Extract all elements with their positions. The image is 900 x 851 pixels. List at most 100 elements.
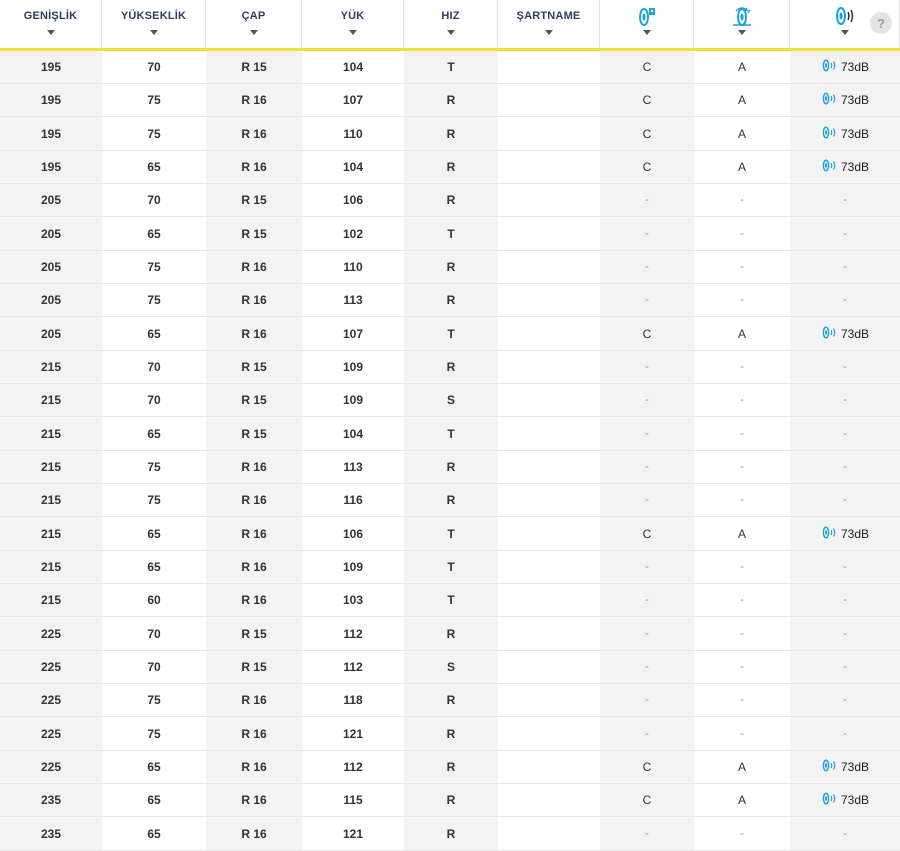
table-row[interactable]: 225 75 R 16 118 R - - - (0, 684, 900, 717)
sort-caret-icon[interactable] (642, 30, 651, 35)
column-header-load[interactable]: YÜK (302, 0, 404, 48)
column-header-label: HIZ (441, 10, 460, 22)
table-row[interactable]: 215 60 R 16 103 T - - - (0, 584, 900, 617)
cell-noise: 73dB (790, 84, 900, 116)
cell-wet-grip: A (737, 326, 746, 341)
cell-diameter: R 16 (206, 784, 302, 816)
cell-height: 65 (147, 793, 161, 807)
cell-fuel: - (600, 717, 694, 750)
cell-fuel: C (600, 151, 694, 183)
table-row[interactable]: 225 70 R 15 112 S - - - (0, 651, 900, 684)
table-row[interactable]: 215 75 R 16 116 R - - - (0, 484, 900, 517)
sort-caret-icon[interactable] (348, 30, 357, 35)
table-row[interactable]: 205 70 R 15 106 R - - - (0, 184, 900, 217)
cell-speed: S (404, 651, 498, 683)
table-row[interactable]: 225 65 R 16 112 R C A 73dB (0, 751, 900, 784)
cell-height: 65 (147, 526, 161, 541)
table-row[interactable]: 235 65 R 16 121 R - - - (0, 817, 900, 851)
cell-width: 195 (0, 151, 102, 183)
cell-diameter: R 16 (206, 584, 302, 616)
cell-fuel: - (600, 817, 694, 850)
noise-db-text: 73dB (840, 126, 870, 141)
table-row[interactable]: 195 65 R 16 104 R C A 73dB (0, 151, 900, 184)
cell-speed: R (404, 151, 498, 183)
tire-size-table: GENİŞLİK YÜKSEKLİK ÇAP YÜK HIZ ŞARTNAME? 195 7… (0, 0, 900, 851)
help-button[interactable]: ? (870, 12, 892, 34)
table-row[interactable]: 215 65 R 16 106 T C A 73dB (0, 517, 900, 551)
cell-spec (498, 751, 600, 783)
table-row[interactable]: 205 65 R 15 102 T - - - (0, 217, 900, 251)
sort-caret-icon[interactable] (544, 30, 553, 35)
table-row[interactable]: 215 75 R 16 113 R - - - (0, 451, 900, 484)
cell-wet-grip: - (740, 627, 744, 640)
cell-spec (498, 84, 600, 116)
table-row[interactable]: 205 65 R 16 107 T C A 73dB (0, 317, 900, 351)
cell-wet-grip: - (740, 661, 744, 673)
cell-height: 75 (147, 493, 161, 507)
sort-caret-icon[interactable] (149, 30, 158, 35)
column-header-width[interactable]: GENİŞLİK (0, 0, 102, 48)
cell-noise: - (790, 584, 900, 616)
table-row[interactable]: 225 75 R 16 121 R - - - (0, 717, 900, 751)
cell-wet-grip: - (740, 461, 744, 473)
cell-height: 65 (147, 426, 161, 441)
column-header-wet-grip[interactable] (694, 0, 790, 48)
cell-spec (498, 584, 600, 616)
sort-caret-icon[interactable] (446, 30, 455, 35)
cell-diameter: R 15 (206, 617, 302, 650)
column-header-diameter[interactable]: ÇAP (206, 0, 302, 48)
cell-wet-grip: A (737, 160, 746, 174)
column-header-fuel[interactable] (600, 0, 694, 48)
cell-speed: T (404, 317, 498, 350)
cell-spec (498, 484, 600, 516)
cell-load: 110 (343, 260, 363, 274)
cell-height: 70 (147, 60, 161, 74)
cell-width: 205 (0, 251, 102, 283)
table-row[interactable]: 225 70 R 15 112 R - - - (0, 617, 900, 651)
cell-spec (498, 784, 600, 816)
cell-fuel: - (600, 217, 694, 250)
cell-fuel: - (600, 451, 694, 483)
cell-load: 121 (342, 726, 364, 741)
column-header-label: ÇAP (241, 10, 266, 22)
column-header-label: ŞARTNAME (516, 10, 581, 22)
cell-diameter: R 15 (206, 417, 302, 450)
wet-grip-icon (730, 6, 754, 26)
table-row[interactable]: 195 75 R 16 110 R C A 73dB (0, 117, 900, 151)
noise-icon (821, 59, 837, 75)
cell-load: 104 (342, 426, 364, 441)
cell-height: 65 (147, 760, 161, 774)
sort-caret-icon[interactable] (249, 30, 258, 35)
cell-noise: 73dB (790, 317, 900, 350)
table-row[interactable]: 215 70 R 15 109 S - - - (0, 384, 900, 417)
table-row[interactable]: 195 70 R 15 104 T C A 73dB (0, 51, 900, 84)
cell-diameter: R 16 (206, 451, 302, 483)
table-row[interactable]: 205 75 R 16 113 R - - - (0, 284, 900, 317)
cell-spec (498, 117, 600, 150)
table-row[interactable]: 215 65 R 15 104 T - - - (0, 417, 900, 451)
noise-value: 73dB (821, 59, 869, 75)
table-row[interactable]: 215 65 R 16 109 T - - - (0, 551, 900, 584)
table-row[interactable]: 205 75 R 16 110 R - - - (0, 251, 900, 284)
column-header-speed[interactable]: HIZ (404, 0, 498, 48)
cell-fuel: C (600, 751, 694, 783)
cell-fuel: - (600, 617, 694, 650)
cell-speed: R (404, 451, 498, 483)
sort-caret-icon[interactable] (46, 30, 55, 35)
table-row[interactable]: 195 75 R 16 107 R C A 73dB (0, 84, 900, 117)
sort-caret-icon[interactable] (737, 30, 746, 35)
sort-caret-icon[interactable] (840, 30, 849, 35)
column-header-spec[interactable]: ŞARTNAME (498, 0, 600, 48)
cell-width: 225 (0, 617, 102, 650)
cell-spec (498, 684, 600, 716)
table-row[interactable]: 215 70 R 15 109 R - - - (0, 351, 900, 384)
cell-load: 107 (342, 326, 364, 341)
cell-wet-grip: - (740, 361, 744, 373)
cell-noise: - (790, 284, 900, 316)
column-header-height[interactable]: YÜKSEKLİK (102, 0, 206, 48)
cell-width: 205 (0, 217, 102, 250)
cell-speed: R (404, 184, 498, 216)
table-row[interactable]: 235 65 R 16 115 R C A 73dB (0, 784, 900, 817)
cell-diameter: R 16 (206, 484, 302, 516)
cell-speed: T (404, 51, 498, 83)
